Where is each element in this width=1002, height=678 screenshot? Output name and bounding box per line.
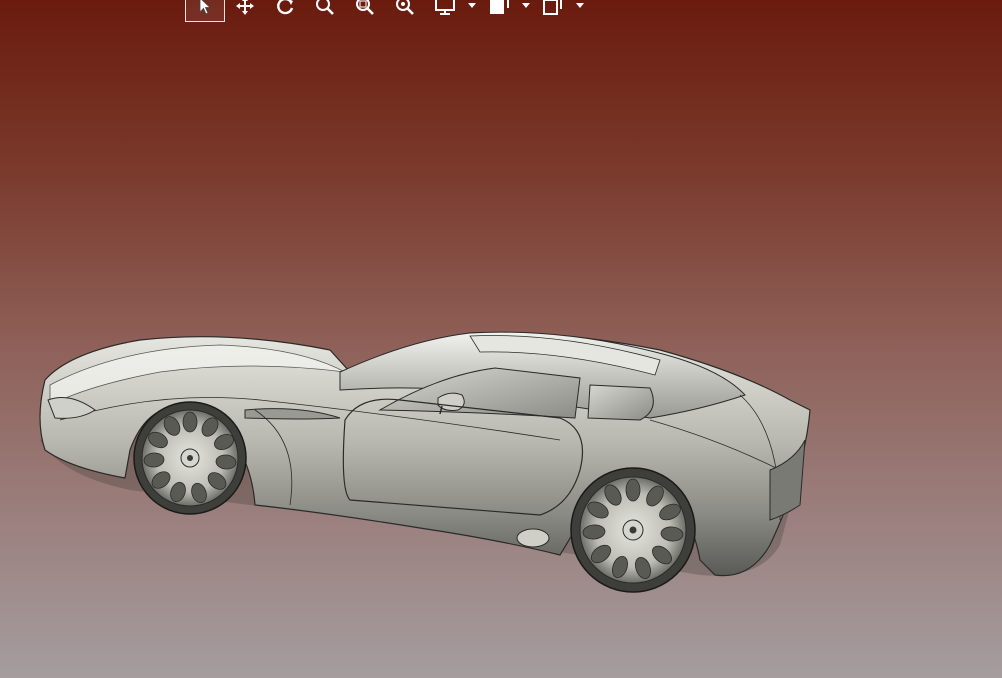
zoom-fit-button[interactable] [385, 0, 425, 22]
zoom-icon [316, 0, 334, 15]
section-dropdown[interactable] [573, 0, 587, 22]
select-button[interactable] [185, 0, 225, 22]
section-icon [543, 0, 562, 15]
zoom-fit-icon [396, 0, 414, 15]
display-mode-button[interactable] [425, 0, 465, 22]
pan-icon [236, 0, 254, 15]
section-button[interactable] [533, 0, 573, 22]
rear-window [587, 384, 654, 421]
rotate-button[interactable] [265, 0, 305, 22]
select-arrow-icon [199, 0, 212, 15]
chevron-down-icon [468, 3, 476, 8]
view-icon [490, 0, 509, 14]
car-model[interactable] [0, 0, 1002, 678]
pan-button[interactable] [225, 0, 265, 22]
rear-wheel [570, 467, 696, 593]
chevron-down-icon [522, 3, 530, 8]
zoom-window-icon [356, 0, 374, 15]
view-button[interactable] [479, 0, 519, 22]
rotate-icon [277, 0, 294, 15]
zoom-button[interactable] [305, 0, 345, 22]
display-mode-dropdown[interactable] [465, 0, 479, 22]
3d-viewport[interactable] [0, 0, 1002, 678]
chevron-down-icon [576, 3, 584, 8]
view-dropdown[interactable] [519, 0, 533, 22]
fuel-cap [516, 528, 550, 548]
view-toolbar [185, 0, 587, 22]
front-wheel [133, 401, 247, 515]
zoom-window-button[interactable] [345, 0, 385, 22]
display-mode-icon [435, 0, 455, 15]
